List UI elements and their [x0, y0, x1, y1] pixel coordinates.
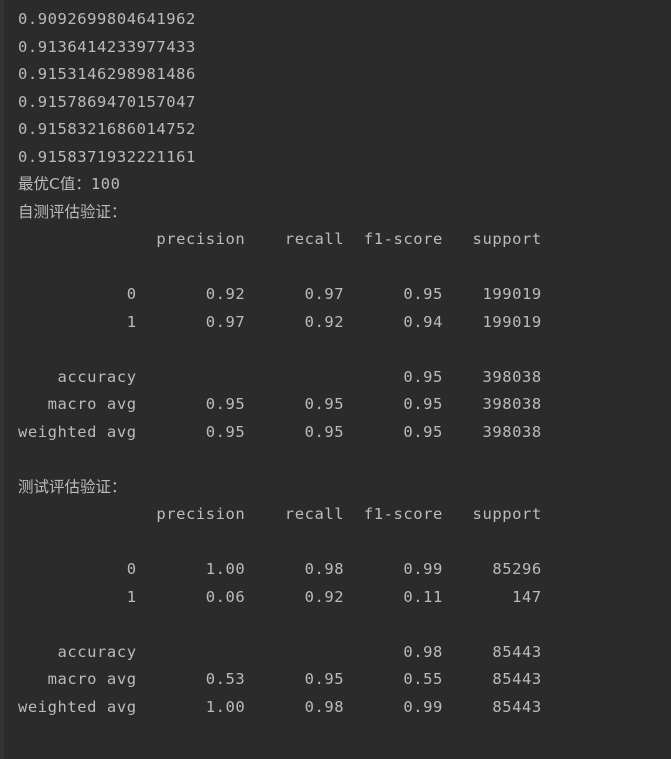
self-eval-row-macro-avg: macro avg 0.95 0.95 0.95 398038 [18, 395, 542, 413]
test-eval-row-accuracy: accuracy 0.98 85443 [18, 643, 542, 661]
self-eval-row-accuracy: accuracy 0.95 398038 [18, 368, 542, 386]
self-eval-row-class-0: 0 0.92 0.97 0.95 199019 [18, 285, 542, 303]
test-eval-row-macro-avg: macro avg 0.53 0.95 0.55 85443 [18, 670, 542, 688]
score-line: 0.9158321686014752 [18, 120, 196, 138]
test-eval-row-weighted-avg: weighted avg 1.00 0.98 0.99 85443 [18, 698, 542, 716]
score-line: 0.9158371932221161 [18, 148, 196, 166]
score-line: 0.9092699804641962 [18, 10, 196, 28]
test-eval-row-class-0: 0 1.00 0.98 0.99 85296 [18, 560, 542, 578]
self-eval-title: 自测评估验证： [18, 203, 127, 221]
test-eval-row-class-1: 1 0.06 0.92 0.11 147 [18, 588, 542, 606]
best-c-line: 最优C值：100 [18, 174, 120, 194]
self-eval-row-weighted-avg: weighted avg 0.95 0.95 0.95 398038 [18, 423, 542, 441]
test-eval-title: 测试评估验证： [18, 478, 127, 496]
score-line: 0.9157869470157047 [18, 93, 196, 111]
score-line: 0.9136414233977433 [18, 38, 196, 56]
self-eval-row-class-1: 1 0.97 0.92 0.94 199019 [18, 313, 542, 331]
run-console-output[interactable]: 0.9092699804641962 0.9136414233977433 0.… [0, 0, 671, 759]
best-c-value: 100 [90, 175, 121, 193]
self-eval-header: precision recall f1-score support [18, 230, 542, 248]
best-c-label: 最优C值： [18, 175, 91, 193]
score-line: 0.9153146298981486 [18, 65, 196, 83]
test-eval-header: precision recall f1-score support [18, 505, 542, 523]
